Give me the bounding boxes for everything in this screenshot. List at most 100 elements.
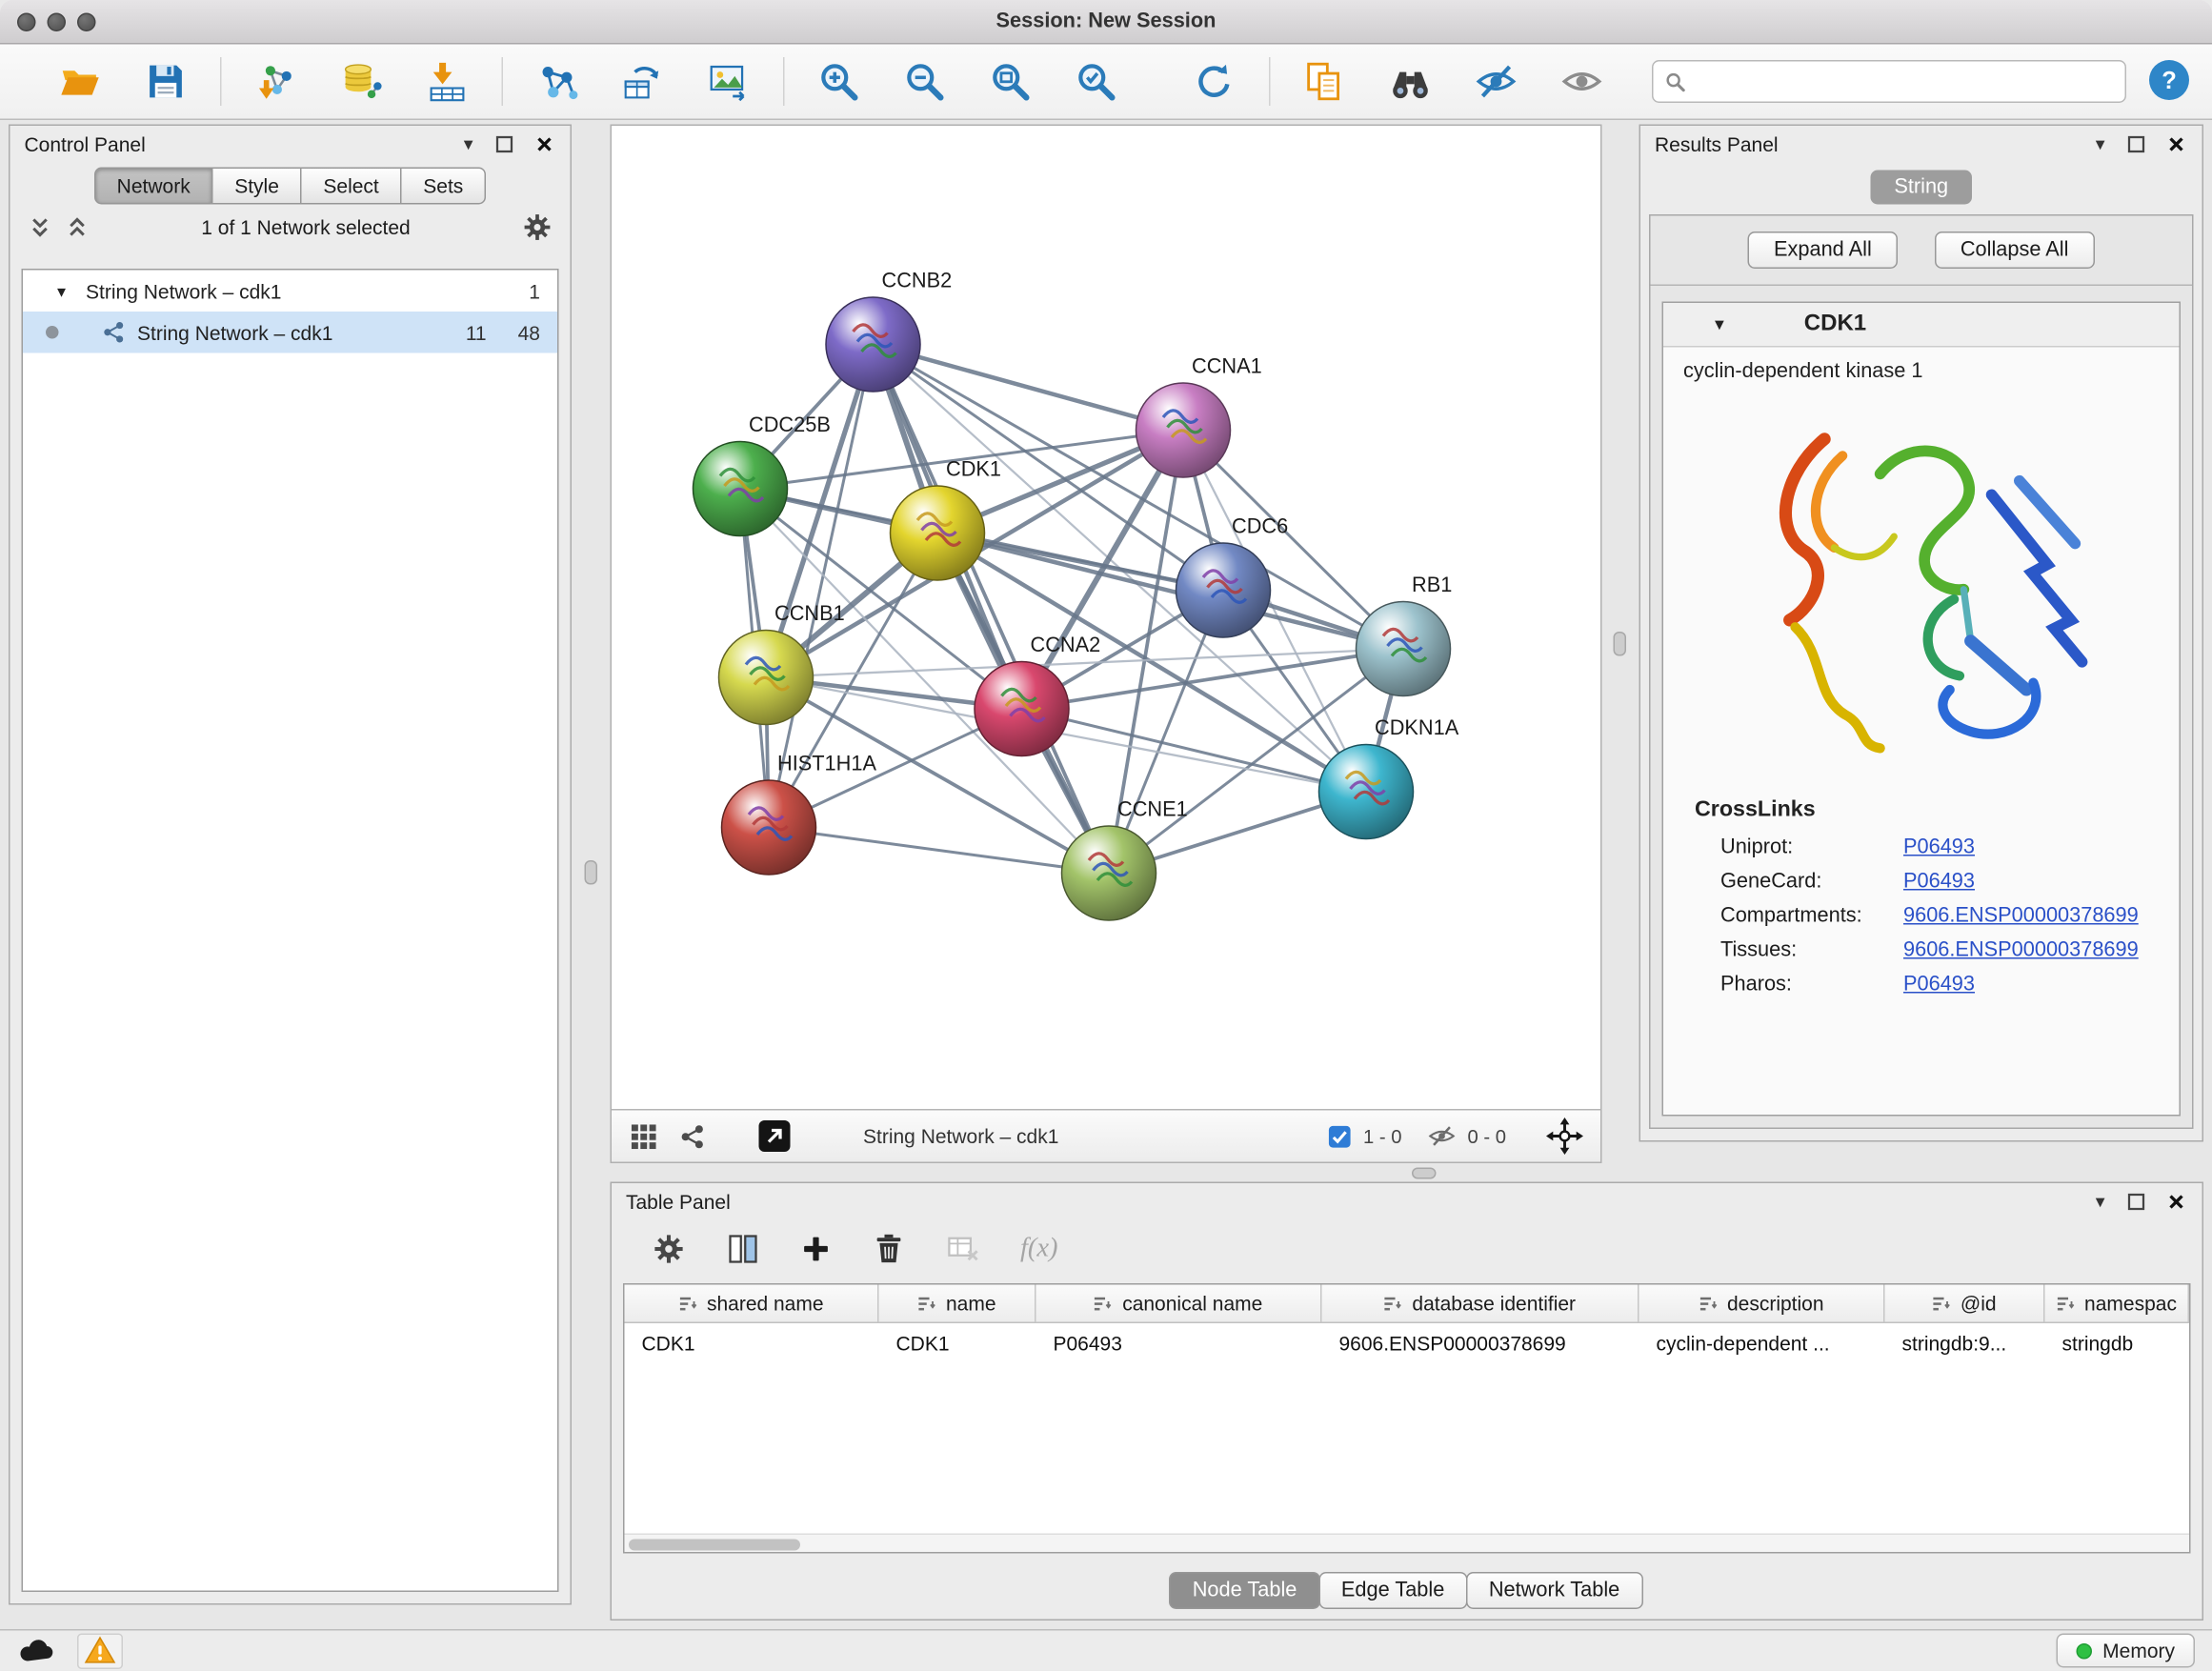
import-table-button[interactable] bbox=[417, 51, 477, 111]
scrollbar-thumb[interactable] bbox=[629, 1539, 800, 1550]
network-canvas[interactable]: CCNB2CCNA1CDC25BCDK1CDC6RB1CCNB1CCNA2CDK… bbox=[612, 126, 1600, 1109]
select-columns-icon[interactable] bbox=[726, 1232, 760, 1266]
memory-button[interactable]: Memory bbox=[2057, 1634, 2195, 1668]
zoom-window-button[interactable] bbox=[77, 13, 96, 32]
table-cell[interactable]: CDK1 bbox=[879, 1323, 1036, 1362]
horizontal-splitter-handle[interactable] bbox=[1412, 1168, 1437, 1179]
window-controls bbox=[17, 13, 96, 32]
tab-network[interactable]: Network bbox=[94, 168, 213, 205]
zoom-out-button[interactable] bbox=[895, 51, 955, 111]
float-panel-icon[interactable] bbox=[2128, 135, 2145, 152]
save-session-button[interactable] bbox=[136, 51, 196, 111]
hide-selected-button[interactable] bbox=[1466, 51, 1526, 111]
column-header[interactable]: database identifier bbox=[1322, 1285, 1639, 1324]
network-node-count: 11 bbox=[466, 321, 487, 344]
search-input[interactable] bbox=[1695, 70, 2114, 93]
tree-caret-icon[interactable]: ▾ bbox=[57, 281, 66, 301]
svg-text:CDC6: CDC6 bbox=[1232, 514, 1288, 538]
panel-menu-icon[interactable]: ▾ bbox=[2096, 134, 2105, 153]
crosslink-link[interactable]: 9606.ENSP00000378699 bbox=[1903, 905, 2139, 928]
tab-sets[interactable]: Sets bbox=[402, 168, 487, 205]
left-splitter-handle[interactable] bbox=[585, 860, 598, 885]
open-session-button[interactable] bbox=[50, 51, 111, 111]
collapse-all-button[interactable]: Collapse All bbox=[1935, 232, 2095, 269]
application-window: Session: New Session bbox=[0, 0, 2212, 1671]
crosslink-link[interactable]: P06493 bbox=[1903, 836, 1975, 859]
column-header[interactable]: @id bbox=[1885, 1285, 2045, 1324]
minimize-window-button[interactable] bbox=[48, 13, 67, 32]
table-cell[interactable]: 9606.ENSP00000378699 bbox=[1322, 1323, 1639, 1362]
float-panel-icon[interactable] bbox=[496, 135, 513, 152]
help-button[interactable]: ? bbox=[2146, 56, 2192, 107]
cloud-icon[interactable] bbox=[17, 1632, 54, 1669]
expand-all-icon[interactable] bbox=[65, 214, 90, 240]
tab-string[interactable]: String bbox=[1870, 171, 1973, 205]
collapse-all-icon[interactable] bbox=[28, 214, 53, 240]
copy-document-icon bbox=[1303, 60, 1346, 103]
network-selection-summary: 1 of 1 Network selected bbox=[102, 216, 511, 239]
show-all-button[interactable] bbox=[1552, 51, 1612, 111]
table-cell[interactable]: stringdb:9... bbox=[1885, 1323, 2045, 1362]
table-cell[interactable]: CDK1 bbox=[625, 1323, 879, 1362]
add-column-icon[interactable] bbox=[800, 1234, 832, 1265]
column-header[interactable]: canonical name bbox=[1036, 1285, 1322, 1324]
close-panel-icon[interactable] bbox=[2168, 1193, 2185, 1210]
horizontal-scrollbar[interactable] bbox=[625, 1534, 2190, 1553]
export-network-table-button[interactable] bbox=[613, 51, 674, 111]
close-panel-icon[interactable] bbox=[2168, 135, 2185, 152]
close-window-button[interactable] bbox=[17, 13, 36, 32]
tab-select[interactable]: Select bbox=[302, 168, 402, 205]
table-cell[interactable]: cyclin-dependent ... bbox=[1639, 1323, 1885, 1362]
svg-text:RB1: RB1 bbox=[1412, 573, 1452, 596]
network-row[interactable]: String Network – cdk1 11 48 bbox=[23, 312, 557, 353]
warnings-button[interactable] bbox=[77, 1633, 123, 1669]
panel-menu-icon[interactable]: ▾ bbox=[2096, 1192, 2105, 1211]
expand-all-button[interactable]: Expand All bbox=[1748, 232, 1898, 269]
copy-document-button[interactable] bbox=[1295, 51, 1355, 111]
birdseye-view-icon[interactable] bbox=[629, 1121, 659, 1152]
new-network-from-selection-button[interactable] bbox=[528, 51, 588, 111]
pan-crosshair-icon[interactable] bbox=[1546, 1117, 1583, 1155]
import-network-database-button[interactable] bbox=[332, 51, 392, 111]
table-settings-gear-icon[interactable] bbox=[652, 1232, 686, 1266]
database-icon bbox=[340, 60, 383, 103]
import-network-file-button[interactable] bbox=[246, 51, 306, 111]
refresh-layout-button[interactable] bbox=[1185, 51, 1245, 111]
image-export-icon bbox=[708, 60, 751, 103]
search-field[interactable] bbox=[1652, 60, 2126, 103]
annotation-mode-button[interactable] bbox=[757, 1119, 792, 1154]
tab-node-table[interactable]: Node Table bbox=[1170, 1572, 1320, 1609]
column-header[interactable]: shared name bbox=[625, 1285, 879, 1324]
zoom-selected-button[interactable] bbox=[1066, 51, 1126, 111]
panel-menu-icon[interactable]: ▾ bbox=[464, 134, 473, 153]
float-panel-icon[interactable] bbox=[2128, 1193, 2145, 1210]
table-row[interactable]: CDK1 CDK1 P06493 9606.ENSP00000378699 cy… bbox=[625, 1323, 2190, 1362]
binoculars-button[interactable] bbox=[1380, 51, 1440, 111]
column-header[interactable]: name bbox=[879, 1285, 1036, 1324]
column-header[interactable]: namespac bbox=[2045, 1285, 2190, 1324]
export-image-button[interactable] bbox=[699, 51, 759, 111]
column-header[interactable]: description bbox=[1639, 1285, 1885, 1324]
zoom-in-button[interactable] bbox=[809, 51, 869, 111]
zoom-fit-button[interactable] bbox=[980, 51, 1040, 111]
protein-card-header[interactable]: ▾ CDK1 bbox=[1663, 303, 2180, 348]
network-collection-row[interactable]: ▾ String Network – cdk1 1 bbox=[23, 271, 557, 312]
close-panel-icon[interactable] bbox=[536, 135, 553, 152]
collapse-section-icon[interactable]: ▾ bbox=[1715, 313, 1724, 336]
table-cell[interactable]: stringdb bbox=[2045, 1323, 2190, 1362]
share-network-icon[interactable] bbox=[679, 1122, 707, 1150]
table-cell[interactable]: P06493 bbox=[1036, 1323, 1322, 1362]
tab-style[interactable]: Style bbox=[213, 168, 302, 205]
crosslink-link[interactable]: P06493 bbox=[1903, 871, 1975, 894]
crosslink-link[interactable]: P06493 bbox=[1903, 974, 1975, 997]
hidden-eye-slash-icon[interactable] bbox=[1427, 1122, 1456, 1151]
tab-network-table[interactable]: Network Table bbox=[1466, 1572, 1642, 1609]
crosslink-row: Tissues: 9606.ENSP00000378699 bbox=[1663, 934, 2180, 968]
delete-column-trash-icon[interactable] bbox=[872, 1232, 906, 1266]
selected-checkbox-icon[interactable] bbox=[1327, 1124, 1352, 1149]
crosslink-link[interactable]: 9606.ENSP00000378699 bbox=[1903, 939, 2139, 962]
tab-edge-table[interactable]: Edge Table bbox=[1318, 1572, 1467, 1609]
gear-icon[interactable] bbox=[522, 211, 553, 243]
table-header-row: shared name name canonical name database… bbox=[625, 1285, 2190, 1324]
right-splitter-handle[interactable] bbox=[1614, 632, 1627, 656]
